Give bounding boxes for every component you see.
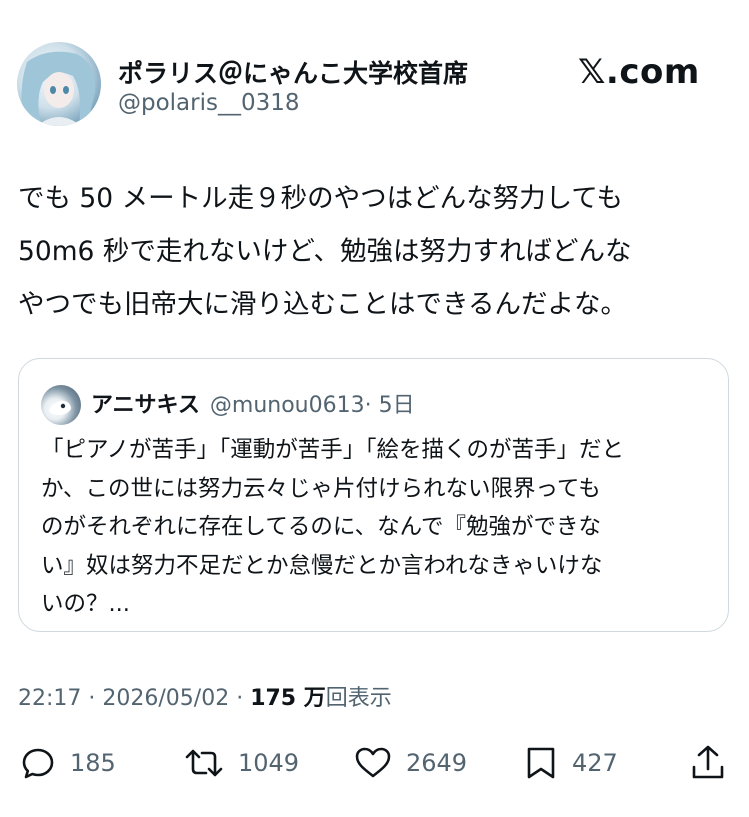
meta-separator: · <box>81 686 103 711</box>
x-logo: 𝕏.com <box>578 52 700 92</box>
tweet-text: でも 50 メートル走９秒のやつはどんな努力しても 50m6 秒で走れないけど、… <box>18 172 734 331</box>
author-avatar[interactable] <box>17 42 101 126</box>
share-button[interactable] <box>690 738 726 788</box>
tweet-line: でも 50 メートル走９秒のやつはどんな努力しても <box>18 183 623 214</box>
like-button[interactable]: 2649 <box>354 738 467 788</box>
quoted-author-avatar <box>41 385 81 425</box>
quoted-text: 「ピアノが苦手」「運動が苦手」「絵を描くのが苦手」だと か、この世には努力云々じ… <box>41 431 711 624</box>
action-bar: 185 1049 2649 427 <box>0 738 749 788</box>
view-count: 175 万 <box>250 686 326 711</box>
quoted-line: 「ピアノが苦手」「運動が苦手」「絵を描くのが苦手」だと <box>41 437 624 463</box>
reply-count: 185 <box>70 749 116 777</box>
like-count: 2649 <box>406 749 468 777</box>
repost-button[interactable]: 1049 <box>184 738 299 788</box>
reply-button[interactable]: 185 <box>20 738 116 788</box>
quoted-author-name: アニサキス <box>91 393 200 418</box>
reply-icon <box>22 748 54 779</box>
tweet-line: やつでも旧帝大に滑り込むことはできるんだよな。 <box>18 289 627 320</box>
author-name[interactable]: ポラリス＠にゃんこ大学校首席 <box>118 54 468 90</box>
view-label: 回表示 <box>325 686 392 711</box>
bookmark-count: 427 <box>572 749 618 777</box>
quoted-author-handle: @munou0613 <box>209 393 365 418</box>
x-icon: 𝕏 <box>578 52 606 92</box>
quoted-line: のがそれぞれに存在してるのに、なんで『勉強ができな <box>41 514 602 540</box>
quoted-line: か、この世には努力云々じゃ片付けられない限界っても <box>41 475 601 502</box>
quoted-tweet-card[interactable]: アニサキス @munou0613· 5日 「ピアノが苦手」「運動が苦手」「絵を描く… <box>18 358 729 632</box>
meta-separator: · <box>229 686 251 711</box>
quoted-header: アニサキス @munou0613· 5日 <box>91 387 415 419</box>
x-logo-text: .com <box>605 52 700 92</box>
share-icon <box>692 745 724 779</box>
bookmark-button[interactable]: 427 <box>524 738 618 788</box>
bookmark-icon <box>527 747 555 779</box>
repost-count: 1049 <box>238 749 300 777</box>
tweet-date[interactable]: 2026/05/02 <box>102 686 229 711</box>
quoted-line: い』奴は努力不足だとか怠慢だとか言われなきゃいけな <box>41 552 603 579</box>
repost-icon <box>185 749 223 777</box>
quoted-line: いの？... <box>41 591 130 617</box>
tweet-meta: 22:17 · 2026/05/02 · 175 万回表示 <box>18 680 392 712</box>
tweet-time[interactable]: 22:17 <box>18 686 81 711</box>
quoted-time: · 5日 <box>364 393 415 418</box>
heart-icon <box>355 747 391 778</box>
author-handle[interactable]: @polaris__0318 <box>118 90 300 116</box>
tweet-line: 50m6 秒で走れないけど、勉強は努力すればどんな <box>18 236 632 267</box>
